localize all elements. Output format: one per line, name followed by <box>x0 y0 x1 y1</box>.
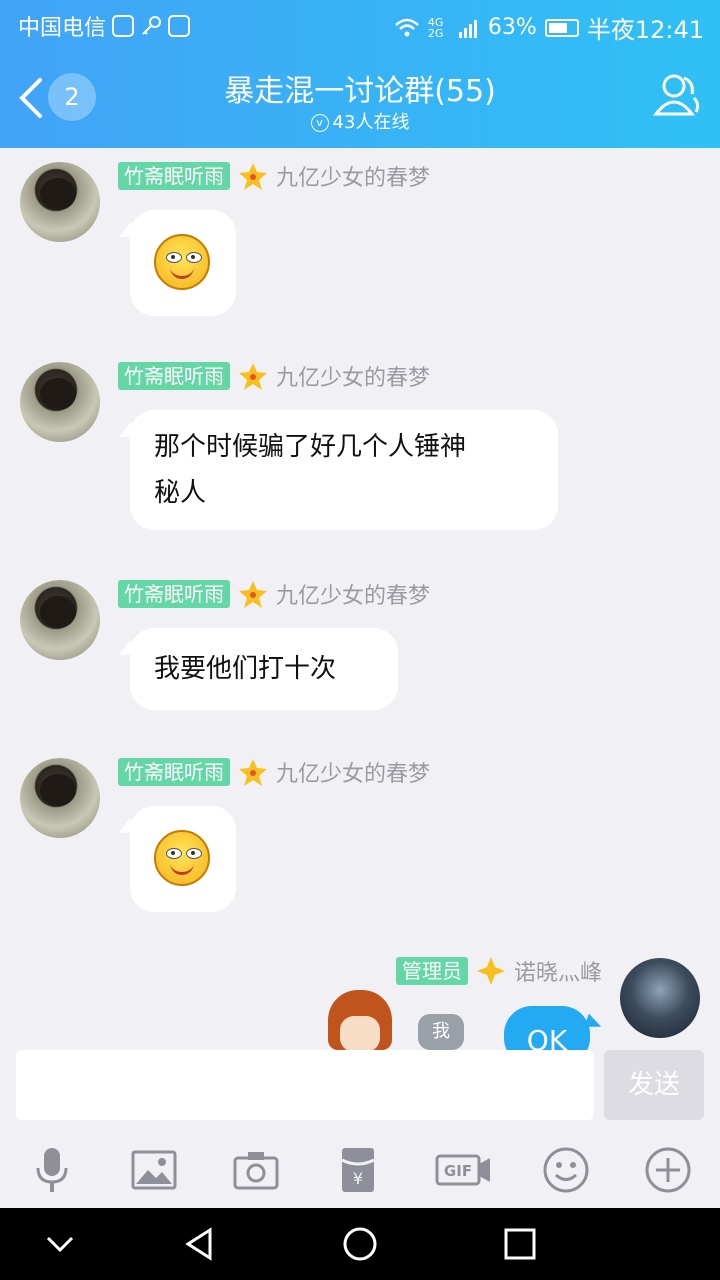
battery-percent: 63% <box>487 15 537 40</box>
plus-icon[interactable] <box>642 1144 694 1196</box>
star-icon <box>239 759 267 786</box>
sender-meta: 竹斋眠听雨 九亿少女的春梦 <box>118 580 431 609</box>
carrier-label: 中国电信 <box>18 16 107 41</box>
message-input[interactable] <box>16 1050 594 1120</box>
member-title: 九亿少女的春梦 <box>276 166 431 191</box>
camera-icon[interactable] <box>230 1144 282 1196</box>
sender-name-badge[interactable]: 竹斋眠听雨 <box>118 162 230 190</box>
clock: 半夜12:41 <box>586 16 704 44</box>
sender-name-badge[interactable]: 竹斋眠听雨 <box>118 758 230 786</box>
chevron-down-icon: v <box>310 114 329 132</box>
avatar[interactable] <box>20 162 100 242</box>
admin-badge[interactable]: 管理员 <box>395 957 468 985</box>
sticker-face <box>340 1016 380 1050</box>
message-bubble[interactable] <box>130 806 236 912</box>
input-area: 发送 <box>0 1050 720 1132</box>
key-icon <box>142 16 162 35</box>
sender-meta: 竹斋眠听雨 九亿少女的春梦 <box>118 162 431 191</box>
chat-header: 2 暴走混一讨论群(55) v 43人在线 <box>0 50 720 148</box>
smirk-emoji-icon <box>154 234 210 290</box>
self-member-title: 诺晓灬峰 <box>513 961 602 986</box>
battery-icon <box>544 18 579 37</box>
avatar[interactable] <box>20 580 100 660</box>
sender-meta: 竹斋眠听雨 九亿少女的春梦 <box>118 362 431 391</box>
group-title[interactable]: 暴走混一讨论群(55) <box>0 66 720 110</box>
self-sender-meta: 管理员 诺晓灬峰 <box>395 956 602 986</box>
avatar[interactable] <box>20 758 100 838</box>
cartoon-sticker[interactable]: 我 <box>322 990 464 1050</box>
red-packet-icon[interactable]: ¥ <box>332 1144 384 1196</box>
emoji-icon[interactable] <box>540 1144 592 1196</box>
status-bar: 中国电信 4G 2G 63% 半夜12:41 <box>0 0 720 50</box>
qq-icon <box>112 15 135 37</box>
message-text-line: 我要他们打十次 <box>154 654 337 684</box>
star-icon <box>239 363 267 390</box>
message-bubble[interactable]: 我要他们打十次 <box>130 628 398 710</box>
recents-nav-icon[interactable] <box>502 1226 538 1262</box>
back-nav-icon[interactable] <box>182 1226 218 1262</box>
notification-icon <box>168 15 191 37</box>
home-nav-icon[interactable] <box>342 1226 378 1262</box>
svg-text:¥: ¥ <box>353 1169 363 1188</box>
sender-meta: 竹斋眠听雨 九亿少女的春梦 <box>118 758 431 787</box>
message-bubble[interactable] <box>130 210 236 316</box>
mic-icon[interactable] <box>26 1144 78 1196</box>
gif-icon[interactable]: GIF <box>434 1144 494 1196</box>
member-title: 九亿少女的春梦 <box>276 762 431 787</box>
chat-list[interactable]: 竹斋眠听雨 九亿少女的春梦 竹斋眠听雨 九亿少女的春梦 那个时候骗了好几个人锤神… <box>0 148 720 1050</box>
message-text-line: 那个时候骗了好几个人锤神 <box>154 432 467 462</box>
online-label: 43人在线 <box>332 112 410 133</box>
online-count[interactable]: v 43人在线 <box>0 108 720 134</box>
star-icon <box>239 163 267 190</box>
member-title: 九亿少女的春梦 <box>276 584 431 609</box>
signal-icon <box>458 19 477 38</box>
diamond-star-icon <box>476 957 505 985</box>
chevron-down-icon[interactable] <box>42 1226 78 1262</box>
message-text-line: 秘人 <box>154 478 207 508</box>
send-button[interactable]: 发送 <box>604 1050 704 1120</box>
self-message-bubble[interactable]: OK <box>504 1006 590 1050</box>
smirk-emoji-icon <box>154 830 210 886</box>
self-avatar[interactable] <box>620 958 700 1038</box>
network-label: 4G 2G <box>427 15 444 40</box>
message-bubble[interactable]: 那个时候骗了好几个人锤神 秘人 <box>130 410 558 530</box>
member-title: 九亿少女的春梦 <box>276 366 431 391</box>
group-members-icon[interactable] <box>652 70 704 122</box>
input-toolbar: ¥ GIF <box>0 1132 720 1208</box>
top-bar: 中国电信 4G 2G 63% 半夜12:41 2 暴走混一讨论群(55) v 43… <box>0 0 720 148</box>
avatar[interactable] <box>20 362 100 442</box>
system-nav-bar <box>0 1208 720 1280</box>
image-icon[interactable] <box>128 1144 180 1196</box>
sender-name-badge[interactable]: 竹斋眠听雨 <box>118 362 230 390</box>
star-icon <box>239 581 267 608</box>
wifi-icon <box>395 18 419 36</box>
sticker-tag: 我 <box>418 1014 464 1050</box>
svg-text:GIF: GIF <box>444 1162 472 1180</box>
sender-name-badge[interactable]: 竹斋眠听雨 <box>118 580 230 608</box>
